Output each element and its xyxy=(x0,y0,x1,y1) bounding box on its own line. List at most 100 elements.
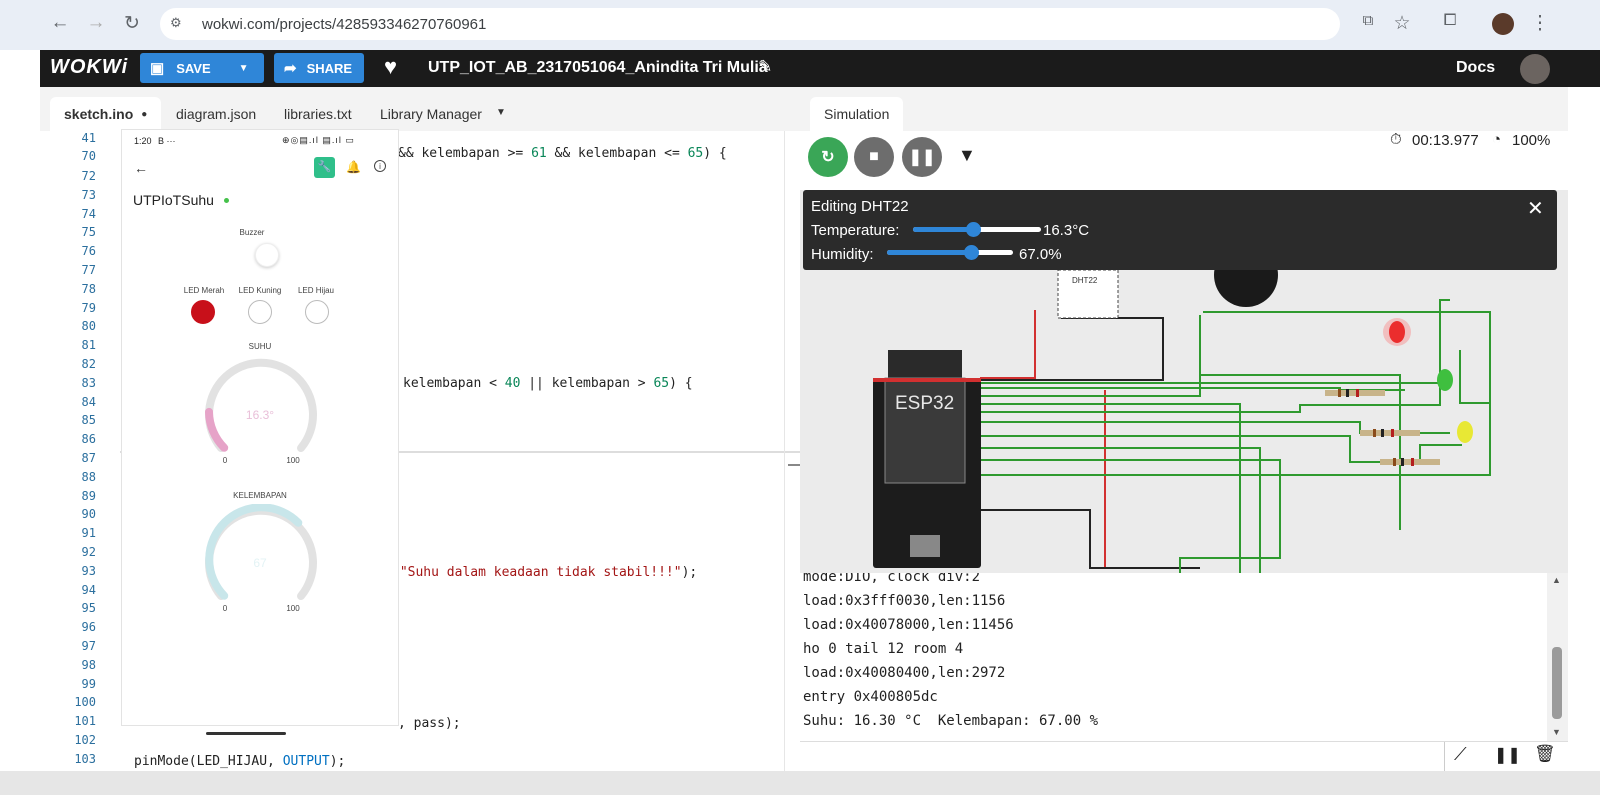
temperature-slider-knob[interactable] xyxy=(966,222,982,237)
share-icon: ➦ xyxy=(284,60,297,77)
tabs-dropdown-icon[interactable]: ▼ xyxy=(496,107,506,118)
dht22-edit-panel: Editing DHT22 ✕ Temperature: 16.3°C Humi… xyxy=(803,190,1557,270)
scroll-down-icon[interactable]: ▼ xyxy=(1552,727,1561,737)
led-yellow[interactable] xyxy=(1457,421,1473,443)
pause-button[interactable]: ❚❚ xyxy=(902,137,942,177)
tab-diagram[interactable]: diagram.json xyxy=(162,97,270,131)
translate-icon[interactable]: ⧉ xyxy=(1356,12,1380,29)
code-line-70: && kelembapan >= 61 && kelembapan <= 65)… xyxy=(398,146,727,161)
line-number: 75 xyxy=(81,225,96,240)
simulation-controls: ↻ ■ ❚❚ ▼ ⏱ 00:13.977 ◔ 100% xyxy=(800,131,1568,190)
humidity-slider[interactable] xyxy=(887,245,1013,260)
tab-sketch[interactable]: sketch.ino ● xyxy=(50,97,162,131)
back-icon[interactable]: ← xyxy=(48,12,72,34)
led-green[interactable] xyxy=(1437,369,1453,391)
temperature-slider-fill xyxy=(913,227,974,232)
serial-scrollbar[interactable]: ▲ ▼ xyxy=(1547,573,1568,741)
tab-simulation[interactable]: Simulation xyxy=(810,97,904,131)
save-icon: ▣ xyxy=(150,60,165,77)
line-number: 91 xyxy=(81,526,96,541)
docs-link[interactable]: Docs xyxy=(1456,59,1495,77)
tab-libraries[interactable]: libraries.txt xyxy=(270,97,366,131)
plotter-icon[interactable]: ⟋ xyxy=(1454,744,1467,765)
kelembapan-value: 67 xyxy=(253,556,267,570)
browser-menu-icon[interactable]: ⋮ xyxy=(1528,12,1552,35)
line-number: 98 xyxy=(81,657,96,672)
humidity-slider-knob[interactable] xyxy=(964,245,980,260)
phone-home-indicator xyxy=(206,732,286,735)
project-title[interactable]: UTP_IOT_AB_2317051064_Anindita Tri Mulia xyxy=(428,59,768,77)
wrench-icon[interactable]: 🔧 xyxy=(314,157,335,178)
edit-panel-title: Editing DHT22 xyxy=(811,198,909,215)
wokwi-logo[interactable]: WOKWi xyxy=(50,56,128,79)
address-bar[interactable]: ⚙ wokwi.com/projects/428593346270760961 xyxy=(160,8,1340,40)
profile-avatar[interactable] xyxy=(1492,13,1514,35)
save-button[interactable]: ▣ SAVE ▼ xyxy=(140,53,264,83)
close-icon[interactable]: ✕ xyxy=(1527,196,1544,221)
editor-tabs: sketch.ino ● diagram.json libraries.txt L… xyxy=(40,87,800,131)
code-line-101: , pass); xyxy=(398,716,461,731)
line-number: 78 xyxy=(81,281,96,296)
serial-monitor[interactable]: mode:DIO, clock div:2 load:0x3fff0030,le… xyxy=(800,573,1547,741)
status-time: 1:20 xyxy=(134,136,152,146)
led-hijau-label: LED Hijau xyxy=(297,286,334,295)
status-extra: B ··· xyxy=(158,136,176,146)
trash-icon[interactable]: 🗑 xyxy=(1534,744,1556,764)
share-button[interactable]: ➦ SHARE xyxy=(274,53,364,83)
simulation-header: Simulation xyxy=(800,87,1568,131)
line-number: 88 xyxy=(81,469,96,484)
led-kuning-indicator xyxy=(248,300,272,324)
edit-title-icon[interactable]: ✎ xyxy=(758,57,772,77)
line-number: 41 xyxy=(81,131,96,145)
user-avatar[interactable] xyxy=(1520,54,1550,84)
serial-line: load:0x40080400,len:2972 xyxy=(803,665,1006,681)
esp32-label: ESP32 xyxy=(895,393,955,414)
online-dot-icon xyxy=(224,198,229,203)
temperature-label: Temperature: xyxy=(811,222,900,239)
serial-input[interactable] xyxy=(800,742,1440,771)
suhu-value: 16.3° xyxy=(245,408,275,422)
scroll-up-icon[interactable]: ▲ xyxy=(1552,575,1561,585)
back-arrow-icon[interactable]: ← xyxy=(134,160,148,176)
forward-icon[interactable]: → xyxy=(84,12,108,34)
humidity-label: Humidity: xyxy=(811,246,874,263)
bookmark-star-icon[interactable]: ☆ xyxy=(1390,12,1414,35)
line-number: 70 xyxy=(81,149,96,163)
scroll-thumb[interactable] xyxy=(1552,647,1562,719)
humidity-value: 67.0% xyxy=(1019,246,1062,263)
heart-icon[interactable]: ♥ xyxy=(384,54,397,80)
speed-gauge-icon: ◔ xyxy=(1492,131,1502,148)
buzzer-indicator xyxy=(255,243,279,267)
line-number: 100 xyxy=(74,695,96,710)
info-icon[interactable]: i xyxy=(374,160,386,172)
code-line-103: pinMode(LED_HIJAU, OUTPUT); xyxy=(134,754,346,769)
reload-icon[interactable]: ↻ xyxy=(120,12,144,35)
line-number: 73 xyxy=(81,187,96,202)
line-number: 101 xyxy=(74,714,96,729)
line-number: 77 xyxy=(81,263,96,277)
dht22-label: DHT22 xyxy=(1072,276,1098,285)
kelembapan-max: 100 xyxy=(286,604,300,613)
sim-speed: 100% xyxy=(1512,132,1551,149)
bell-icon[interactable]: 🔔 xyxy=(346,160,361,174)
led-red[interactable] xyxy=(1383,318,1411,346)
extensions-icon[interactable]: ⧠ xyxy=(1438,12,1462,30)
temperature-slider[interactable] xyxy=(913,222,1041,237)
line-number: 84 xyxy=(81,394,96,409)
esp32-board[interactable] xyxy=(873,350,981,568)
pause-serial-icon[interactable]: ❚❚ xyxy=(1494,745,1521,765)
stop-button[interactable]: ■ xyxy=(854,137,894,177)
chevron-down-icon[interactable]: ▼ xyxy=(239,63,249,74)
line-number: 95 xyxy=(81,601,96,616)
resistor-3[interactable] xyxy=(1380,458,1440,466)
resistor-1[interactable] xyxy=(1325,389,1385,397)
resistor-2[interactable] xyxy=(1360,429,1420,437)
restart-button[interactable]: ↻ xyxy=(808,137,848,177)
line-number: 102 xyxy=(74,733,96,747)
led-merah-indicator xyxy=(191,300,215,324)
divider xyxy=(1444,742,1445,771)
line-number: 87 xyxy=(81,451,96,465)
site-settings-icon[interactable]: ⚙ xyxy=(170,15,182,31)
resize-handle-icon[interactable] xyxy=(788,464,800,466)
tab-library-manager[interactable]: Library Manager xyxy=(366,97,496,131)
